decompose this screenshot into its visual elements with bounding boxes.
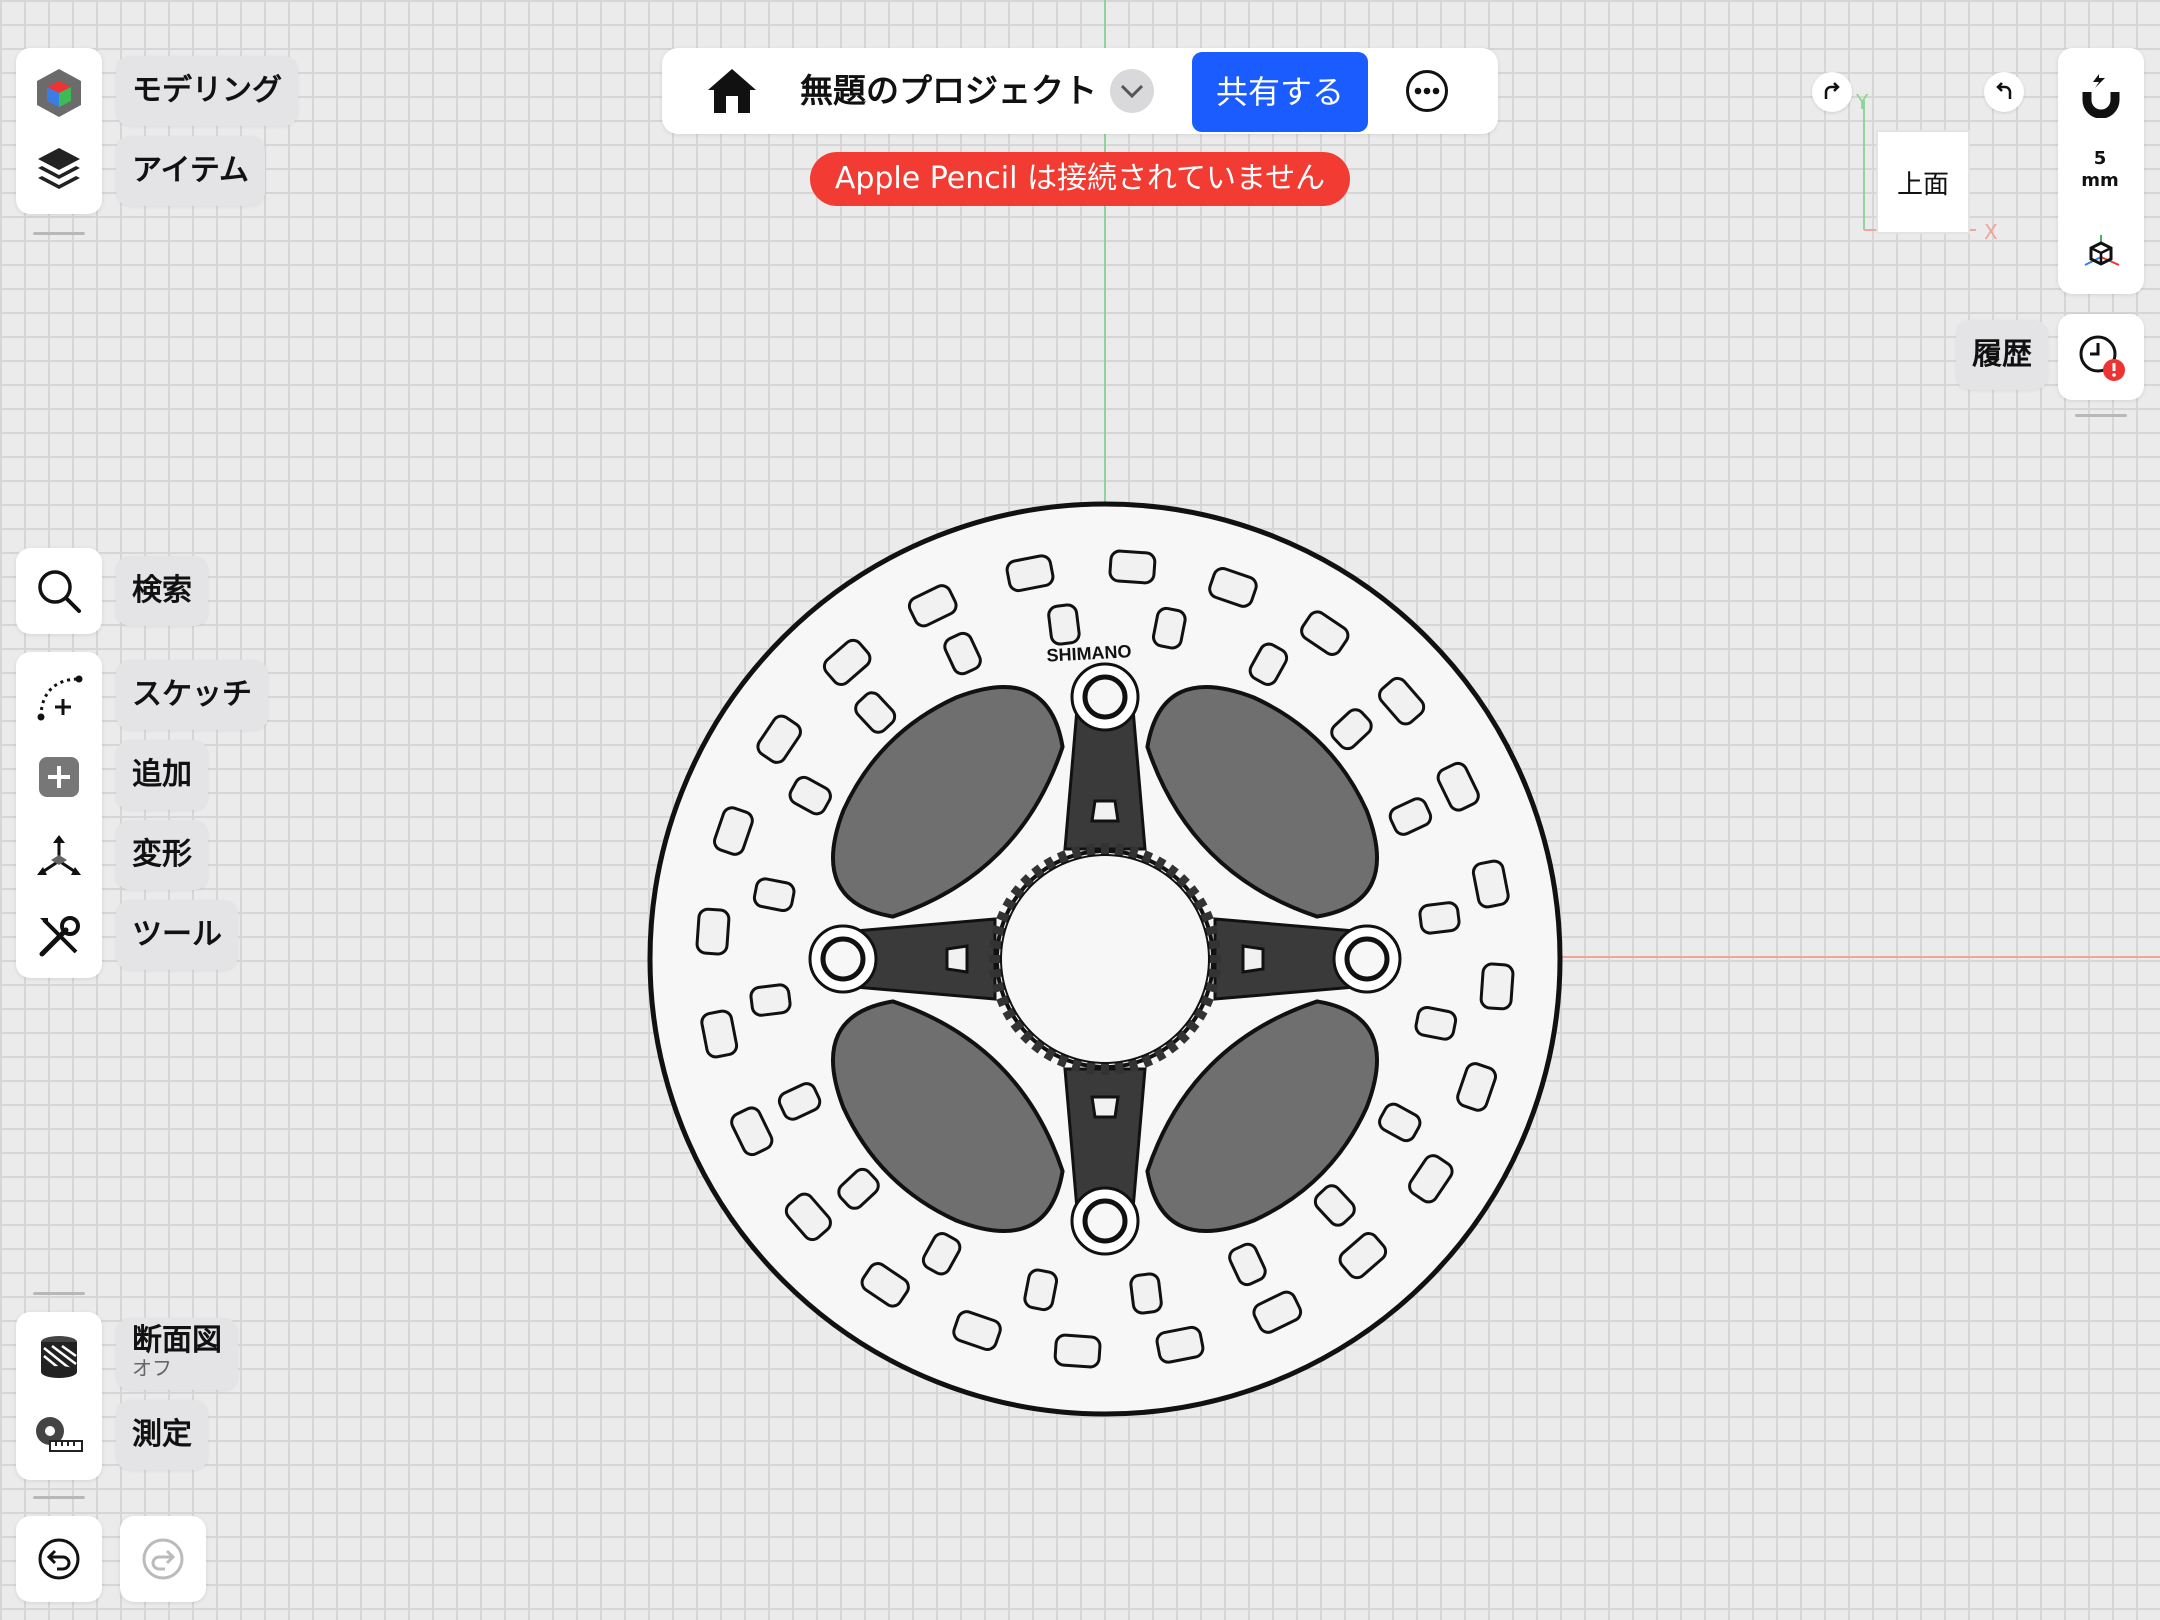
arm-slot <box>1090 799 1120 823</box>
sketch-icon <box>37 675 83 721</box>
cube-icon <box>37 69 81 117</box>
project-title[interactable]: 無題のプロジェクト <box>800 48 1097 134</box>
left-divider-2 <box>33 1292 85 1295</box>
magnet-icon <box>2082 74 2120 118</box>
share-button[interactable]: 共有する <box>1192 52 1368 132</box>
rotor-model[interactable]: SHIMANO <box>640 494 1570 1424</box>
tools-icon <box>39 916 80 957</box>
rotor-bolt <box>808 924 878 994</box>
search-button[interactable] <box>16 548 102 634</box>
measure-icon <box>36 1417 83 1452</box>
transform-button[interactable] <box>16 822 102 892</box>
project-menu-button[interactable] <box>1110 69 1154 113</box>
tools-label[interactable]: ツール <box>116 900 238 970</box>
history-button[interactable] <box>2058 314 2144 400</box>
cooling-hole <box>1155 1325 1205 1364</box>
snap-unit: mm <box>2081 170 2119 191</box>
rotate-right-button[interactable] <box>1812 72 1852 112</box>
add-icon <box>39 757 79 797</box>
items-label[interactable]: アイテム <box>116 136 265 206</box>
layers-icon <box>38 148 80 189</box>
pencil-alert: Apple Pencil は接続されていません <box>810 152 1350 206</box>
undo-icon <box>38 1538 80 1580</box>
search-label[interactable]: 検索 <box>116 556 208 626</box>
snap-number: 5 <box>2093 148 2107 169</box>
left-top-panel <box>16 48 102 214</box>
cooling-hole <box>1005 554 1055 593</box>
left-divider-3 <box>33 1496 85 1499</box>
tools-panel <box>16 652 102 978</box>
cooling-hole <box>1023 1268 1059 1312</box>
section-state: オフ <box>132 1356 172 1380</box>
arm-slot <box>1090 1095 1120 1119</box>
right-divider <box>2075 414 2127 417</box>
view-cube-top-face[interactable]: 上面 <box>1876 130 1970 234</box>
cooling-hole <box>752 877 796 913</box>
more-icon <box>1414 87 1440 95</box>
items-button[interactable] <box>16 134 102 204</box>
rotate-right-icon <box>1824 82 1840 99</box>
chevron-down-icon <box>1120 84 1144 98</box>
arm-slot <box>1241 944 1265 974</box>
add-label[interactable]: 追加 <box>116 740 208 810</box>
cooling-hole <box>1418 901 1461 935</box>
cooling-hole <box>1479 962 1515 1011</box>
orientation-button[interactable] <box>2058 218 2144 284</box>
cooling-hole <box>1151 606 1187 650</box>
rotor-bolt <box>1332 924 1402 994</box>
search-icon <box>38 570 81 613</box>
left-divider-1 <box>33 232 85 235</box>
cooling-hole <box>700 1009 739 1059</box>
history-label[interactable]: 履歴 <box>1956 320 2048 390</box>
transform-label[interactable]: 変形 <box>116 820 208 890</box>
snap-value[interactable]: 5 mm <box>2058 148 2142 192</box>
sketch-label[interactable]: スケッチ <box>116 660 268 730</box>
measure-label[interactable]: 測定 <box>116 1400 208 1470</box>
cooling-hole <box>695 907 731 956</box>
tools-button[interactable] <box>16 902 102 972</box>
measure-button[interactable] <box>16 1400 102 1470</box>
snap-button[interactable] <box>2058 60 2144 130</box>
modeling-button[interactable] <box>16 58 102 128</box>
undo-button[interactable] <box>16 1516 102 1602</box>
section-icon <box>41 1336 77 1378</box>
modeling-label[interactable]: モデリング <box>116 56 298 126</box>
redo-button[interactable] <box>120 1516 206 1602</box>
redo-icon <box>142 1538 184 1580</box>
cooling-hole <box>1414 1005 1458 1041</box>
history-icon <box>2079 335 2125 381</box>
cooling-hole <box>1471 859 1510 909</box>
section-label-box[interactable]: 断面図 オフ <box>116 1318 238 1390</box>
section-label: 断面図 <box>132 1323 222 1358</box>
cooling-hole <box>1053 1333 1102 1369</box>
axis-y-label: Y <box>1856 90 1869 114</box>
sketch-button[interactable] <box>16 662 102 732</box>
transform-icon <box>37 835 81 875</box>
cooling-hole <box>1108 549 1157 585</box>
cooling-hole <box>1047 603 1081 646</box>
arm-slot <box>945 944 969 974</box>
home-icon <box>708 69 756 113</box>
more-button[interactable] <box>1406 70 1448 112</box>
section-button[interactable] <box>16 1322 102 1392</box>
cooling-hole <box>749 983 792 1017</box>
cooling-hole <box>1129 1272 1163 1315</box>
add-button[interactable] <box>16 742 102 812</box>
rotor-bolt <box>1070 1186 1140 1256</box>
top-bar: 無題のプロジェクト 共有する <box>662 48 1498 134</box>
rotor-bolt <box>1070 662 1140 732</box>
orientation-icon <box>2084 235 2120 266</box>
section-measure-panel <box>16 1312 102 1480</box>
home-button[interactable] <box>706 66 758 116</box>
axis-x-label: X <box>1984 220 1998 244</box>
